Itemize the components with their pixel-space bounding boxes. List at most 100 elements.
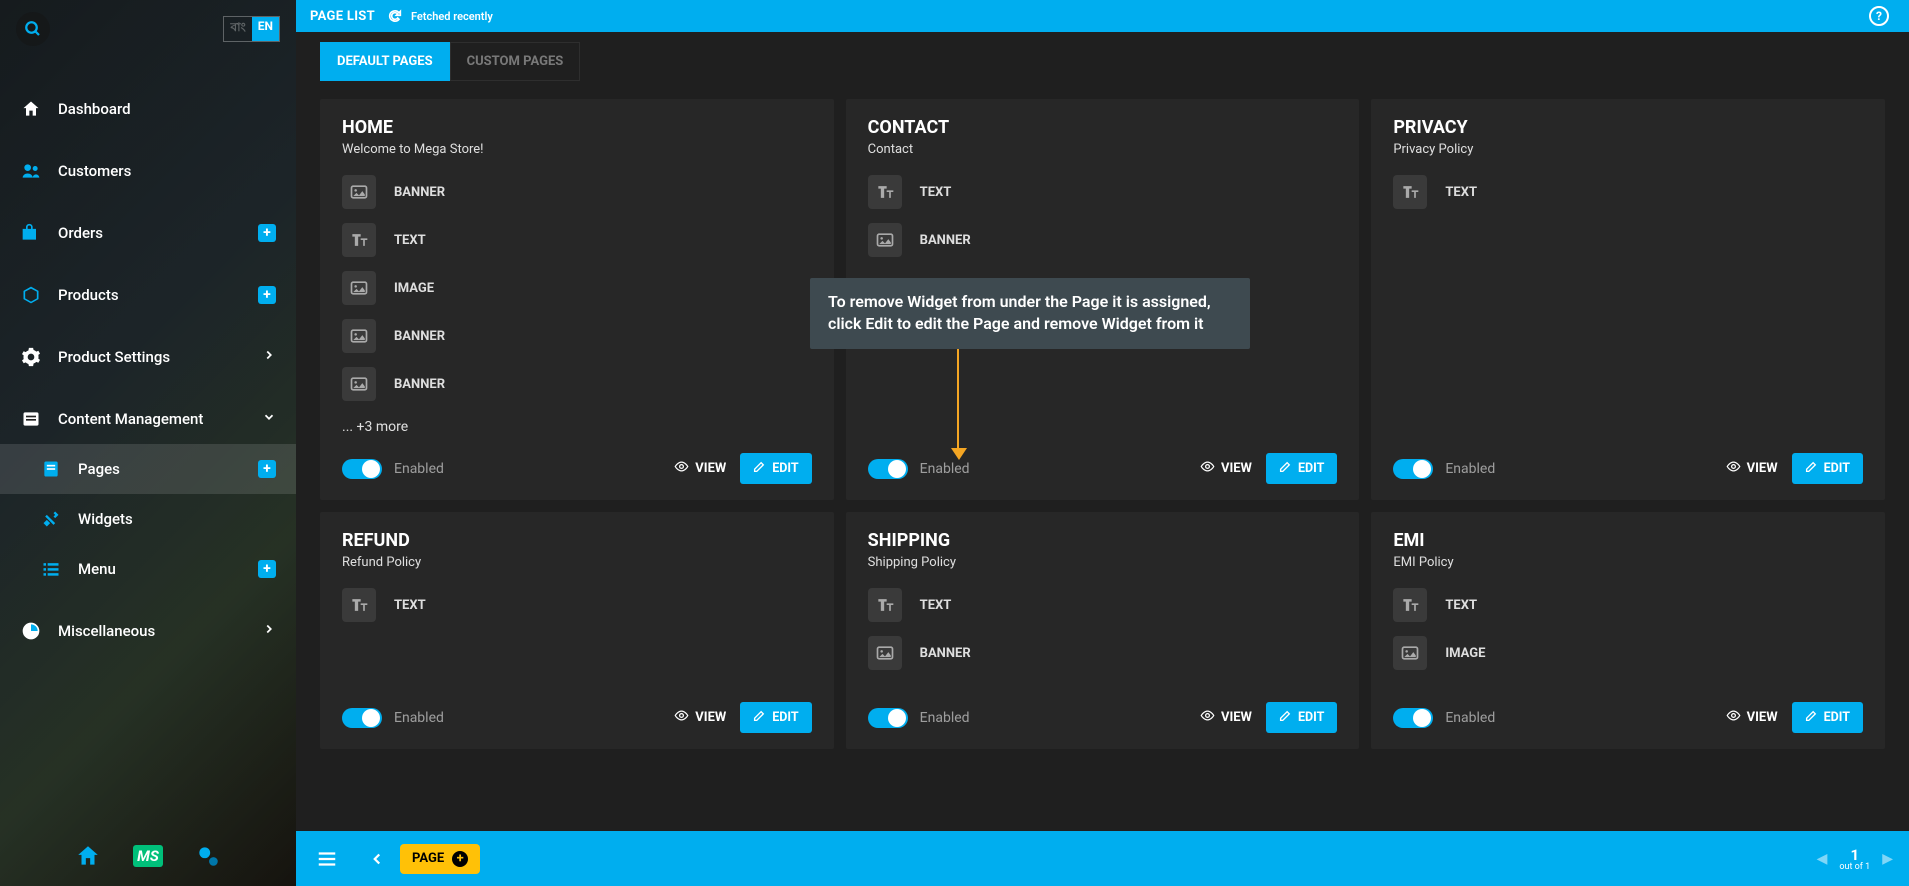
card-title: HOME xyxy=(342,117,812,138)
add-order-button[interactable]: + xyxy=(258,224,276,242)
enabled-toggle[interactable] xyxy=(868,459,908,479)
banner-icon xyxy=(868,636,902,670)
view-button[interactable]: VIEW xyxy=(1726,708,1778,727)
banner-icon xyxy=(868,223,902,257)
widget-row[interactable]: BANNER xyxy=(342,175,812,209)
sidebar-item-miscellaneous[interactable]: Miscellaneous xyxy=(0,606,296,656)
sidebar-item-label: Orders xyxy=(58,224,103,242)
sidebar-item-label: Products xyxy=(58,286,119,304)
tabs: DEFAULT PAGES CUSTOM PAGES xyxy=(320,42,1885,81)
language-switcher[interactable]: বাং EN xyxy=(223,16,280,42)
sidebar-item-customers[interactable]: Customers xyxy=(0,146,296,196)
page-title: PAGE LIST xyxy=(310,9,375,24)
tab-default-pages[interactable]: DEFAULT PAGES xyxy=(320,42,450,81)
add-page-button[interactable]: + xyxy=(258,460,276,478)
sidebar-item-product-settings[interactable]: Product Settings xyxy=(0,332,296,382)
add-menu-button[interactable]: + xyxy=(258,560,276,578)
sidebar-item-label: Product Settings xyxy=(58,348,170,366)
enabled-toggle[interactable] xyxy=(1393,459,1433,479)
card-subtitle: Refund Policy xyxy=(342,555,812,570)
widget-row[interactable]: TEXT xyxy=(342,588,812,622)
enabled-toggle[interactable] xyxy=(342,459,382,479)
refresh-button[interactable] xyxy=(387,8,403,24)
sidebar-item-label: Dashboard xyxy=(58,100,131,118)
eye-icon xyxy=(674,708,689,727)
pages-icon xyxy=(40,458,62,480)
card-subtitle: Welcome to Mega Store! xyxy=(342,142,812,157)
page-card: SHIPPINGShipping PolicyTEXTBANNEREnabled… xyxy=(846,512,1360,749)
lang-en[interactable]: EN xyxy=(252,17,279,41)
search-button[interactable] xyxy=(16,12,50,46)
sidebar-item-products[interactable]: Products + xyxy=(0,270,296,320)
widget-label: TEXT xyxy=(1445,598,1477,613)
view-button[interactable]: VIEW xyxy=(1726,459,1778,478)
widget-row[interactable]: BANNER xyxy=(868,636,1338,670)
footer-ms-badge[interactable]: MS xyxy=(133,841,163,871)
view-button[interactable]: VIEW xyxy=(1200,459,1252,478)
widget-row[interactable]: TEXT xyxy=(1393,588,1863,622)
lang-bn[interactable]: বাং xyxy=(224,17,251,41)
widget-row[interactable]: TEXT xyxy=(1393,175,1863,209)
card-footer: Enabled VIEW EDIT xyxy=(342,684,812,733)
sidebar-item-menu[interactable]: Menu + xyxy=(0,544,296,594)
widget-row[interactable]: TEXT xyxy=(868,175,1338,209)
text-icon xyxy=(868,588,902,622)
sidebar-item-content-management[interactable]: Content Management xyxy=(0,394,296,444)
footer-home-button[interactable] xyxy=(73,841,103,871)
pager-next[interactable]: ▶ xyxy=(1882,851,1893,867)
edit-button[interactable]: EDIT xyxy=(740,702,811,733)
add-product-button[interactable]: + xyxy=(258,286,276,304)
pencil-icon xyxy=(1279,709,1292,726)
card-footer: EnabledVIEWEDIT xyxy=(1393,684,1863,733)
enabled-label: Enabled xyxy=(394,710,444,726)
edit-button[interactable]: EDIT xyxy=(1792,702,1863,733)
enabled-toggle[interactable] xyxy=(1393,708,1433,728)
content: DEFAULT PAGES CUSTOM PAGES HOME Welcome t… xyxy=(296,32,1909,831)
widget-row[interactable]: TEXT xyxy=(342,223,812,257)
widget-row[interactable]: BANNER xyxy=(868,223,1338,257)
widget-row[interactable]: IMAGE xyxy=(1393,636,1863,670)
widget-row[interactable]: BANNER xyxy=(342,367,812,401)
edit-button[interactable]: EDIT xyxy=(1266,453,1337,484)
edit-button[interactable]: EDIT xyxy=(740,453,811,484)
sidebar-item-label: Customers xyxy=(58,162,131,180)
pencil-icon xyxy=(1805,709,1818,726)
enabled-toggle[interactable] xyxy=(342,708,382,728)
sidebar-item-dashboard[interactable]: Dashboard xyxy=(0,84,296,134)
sidebar-item-widgets[interactable]: Widgets xyxy=(0,494,296,544)
card-title: PRIVACY xyxy=(1393,117,1863,138)
gear-icon xyxy=(20,346,42,368)
nav: Dashboard Customers Orders + Products + … xyxy=(0,84,296,656)
widget-label: BANNER xyxy=(394,185,445,200)
menu-button[interactable] xyxy=(312,848,342,870)
help-button[interactable]: ? xyxy=(1869,6,1889,26)
edit-button[interactable]: EDIT xyxy=(1266,702,1337,733)
enabled-label: Enabled xyxy=(394,461,444,477)
image-icon xyxy=(1393,636,1427,670)
enabled-label: Enabled xyxy=(920,461,970,477)
widget-row[interactable]: IMAGE xyxy=(342,271,812,305)
footer-settings-button[interactable] xyxy=(193,841,223,871)
sidebar-item-orders[interactable]: Orders + xyxy=(0,208,296,258)
edit-button[interactable]: EDIT xyxy=(1792,453,1863,484)
pager-prev[interactable]: ◀ xyxy=(1817,851,1828,867)
card-title: REFUND xyxy=(342,530,812,551)
eye-icon xyxy=(1726,708,1741,727)
pager-outof: out of 1 xyxy=(1839,862,1870,872)
new-page-button[interactable]: PAGE + xyxy=(400,844,480,874)
tab-custom-pages[interactable]: CUSTOM PAGES xyxy=(450,42,581,81)
widget-row[interactable]: BANNER xyxy=(342,319,812,353)
view-button[interactable]: VIEW xyxy=(674,708,726,727)
banner-icon xyxy=(342,175,376,209)
sidebar-item-pages[interactable]: Pages + xyxy=(0,444,296,494)
widget-list: TEXT xyxy=(1393,175,1863,223)
widget-row[interactable]: TEXT xyxy=(868,588,1338,622)
widget-label: TEXT xyxy=(1445,185,1477,200)
view-button[interactable]: VIEW xyxy=(674,459,726,478)
card-footer: Enabled VIEW EDIT xyxy=(868,435,1338,484)
view-button[interactable]: VIEW xyxy=(1200,708,1252,727)
back-button[interactable] xyxy=(362,850,392,868)
enabled-toggle[interactable] xyxy=(868,708,908,728)
sidebar-item-label: Widgets xyxy=(78,510,133,528)
card-title: SHIPPING xyxy=(868,530,1338,551)
